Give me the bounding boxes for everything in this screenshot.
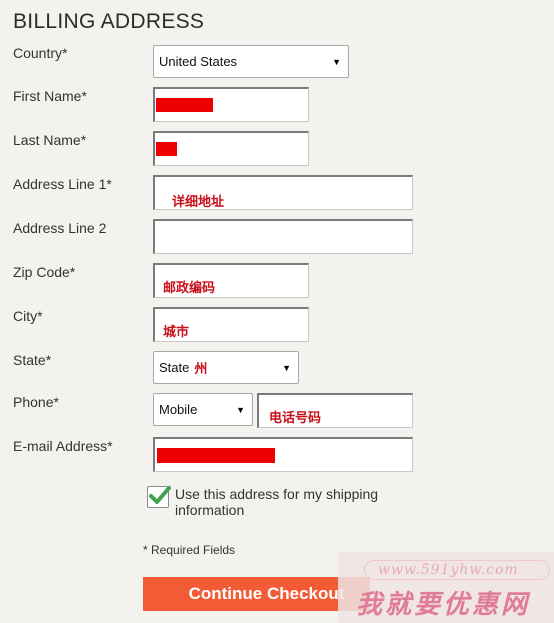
email-label: E-mail Address* (13, 438, 113, 454)
chevron-down-icon: ▼ (236, 404, 245, 415)
page-title: BILLING ADDRESS (13, 10, 205, 33)
zip-code-field[interactable]: 邮政编码 (153, 263, 309, 298)
state-label: State* (13, 352, 52, 368)
address-line-1-value: 详细地址 (172, 195, 225, 210)
address-line-1-label: Address Line 1* (13, 176, 112, 192)
city-label: City* (13, 308, 43, 324)
checkmark-icon (149, 486, 171, 504)
phone-number-field[interactable]: 电话号码 (257, 393, 413, 428)
phone-type-select[interactable]: Mobile ▼ (153, 393, 253, 426)
email-field[interactable] (153, 437, 413, 472)
watermark-text: 我就要优惠网 (356, 590, 531, 620)
country-label: Country* (13, 45, 68, 61)
phone-number-value: 电话号码 (269, 411, 322, 426)
city-value: 城市 (163, 325, 190, 340)
shipping-checkbox-label: Use this address for my shipping informa… (175, 486, 379, 518)
address-line-2-field[interactable] (153, 219, 413, 254)
state-value: State (159, 360, 190, 375)
city-field[interactable]: 城市 (153, 307, 309, 342)
last-name-field[interactable] (153, 131, 309, 166)
zip-code-label: Zip Code* (13, 264, 76, 280)
chevron-down-icon: ▼ (332, 56, 341, 67)
redaction-mark (156, 98, 213, 112)
watermark: www.591yhw.com 我就要优惠网 (338, 552, 554, 623)
address-line-2-label: Address Line 2 (13, 220, 107, 236)
phone-type-value: Mobile (159, 402, 198, 417)
state-annotation: 州 (194, 362, 208, 377)
shipping-checkbox[interactable] (147, 486, 171, 508)
watermark-url: www.591yhw.com (378, 562, 519, 578)
continue-checkout-button[interactable]: Continue Checkout (143, 577, 370, 611)
last-name-label: Last Name* (13, 132, 87, 148)
phone-label: Phone* (13, 394, 59, 410)
first-name-label: First Name* (13, 88, 87, 104)
required-fields-note: * Required Fields (143, 543, 236, 557)
chevron-down-icon: ▼ (282, 362, 291, 373)
first-name-field[interactable] (153, 87, 309, 122)
redaction-mark (156, 142, 177, 156)
state-select[interactable]: State 州 ▼ (153, 351, 299, 384)
country-select[interactable]: United States ▼ (153, 45, 349, 78)
address-line-1-field[interactable]: 详细地址 (153, 175, 413, 210)
country-value: United States (159, 54, 238, 69)
zip-code-value: 邮政编码 (163, 281, 216, 296)
redaction-mark (157, 448, 275, 463)
